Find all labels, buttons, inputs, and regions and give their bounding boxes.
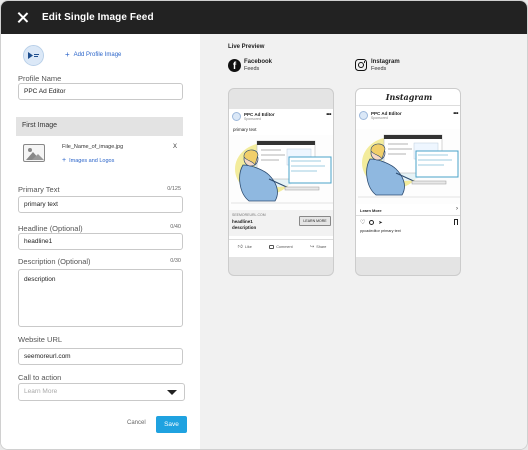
first-image-section: First Image <box>16 117 183 136</box>
call-to-action-select[interactable]: Learn More <box>18 383 185 401</box>
title-bar: Edit Single Image Feed <box>1 1 527 34</box>
thumbs-up-icon: 👍︎ <box>237 243 243 250</box>
headline-label: Headline (Optional) <box>18 224 83 233</box>
profile-name-label: Profile Name <box>18 74 62 83</box>
illustration-image <box>358 134 460 198</box>
primary-text-counter: 0/125 <box>167 186 181 192</box>
website-url-input[interactable]: seemoreurl.com <box>18 348 183 365</box>
post-header: PPC Ad Editor Sponsored <box>232 112 275 121</box>
facebook-label: Facebook <box>244 59 273 65</box>
live-preview-panel: Live Preview f Facebook Feeds Instagram … <box>200 34 527 449</box>
cancel-button[interactable]: Cancel <box>127 420 146 426</box>
post-actions: 👍︎ Like Comment ↪ Share <box>229 239 333 253</box>
instagram-icon <box>355 59 367 71</box>
facebook-feeds-label: Feeds <box>244 66 260 72</box>
close-icon[interactable] <box>17 12 28 23</box>
post-primary-text: primary text <box>233 127 257 132</box>
description-counter: 0/30 <box>170 258 181 264</box>
add-profile-image-button[interactable]: + Add Profile Image <box>65 50 121 59</box>
link-url: SEEMOREURL.COM <box>232 213 266 217</box>
more-options-icon[interactable]: ••• <box>326 112 331 118</box>
profile-avatar <box>23 45 44 66</box>
facebook-icon: f <box>228 59 241 72</box>
avatar <box>232 112 241 121</box>
send-icon[interactable]: ➤ <box>378 220 382 226</box>
facebook-preview: PPC Ad Editor Sponsored ••• primary text <box>228 88 334 276</box>
heart-icon[interactable]: ♡ <box>360 219 365 226</box>
edit-dialog: Edit Single Image Feed + Add Profile Ima… <box>0 0 528 450</box>
instagram-feeds-label: Feeds <box>371 66 387 72</box>
instagram-preview: Instagram PPC Ad Editor Sponsored ••• Le… <box>355 88 461 276</box>
sponsored-label: Sponsored <box>371 116 388 120</box>
chevron-right-icon: › <box>456 206 458 212</box>
save-button[interactable]: Save <box>156 416 187 433</box>
ad-illustration <box>229 135 333 210</box>
headline-input[interactable]: headline1 <box>18 233 183 250</box>
profile-logo-icon <box>24 46 43 65</box>
share-icon: ↪ <box>309 243 315 250</box>
link-headline: headline1 <box>232 219 253 224</box>
link-description: description <box>232 225 257 230</box>
facebook-tab[interactable]: f Facebook Feeds <box>228 59 272 73</box>
more-options-icon[interactable]: ••• <box>453 111 458 117</box>
share-button[interactable]: ↪ Share <box>310 244 326 250</box>
comment-button[interactable]: Comment <box>269 244 293 249</box>
image-filename: File_Name_of_image.jpg <box>62 144 124 150</box>
form-panel: + Add Profile Image Profile Name PPC Ad … <box>1 34 200 449</box>
website-url-label: Website URL <box>18 335 63 344</box>
link-card[interactable]: SEEMOREURL.COM headline1 description LEA… <box>229 210 333 236</box>
live-preview-heading: Live Preview <box>228 44 265 50</box>
instagram-label: Instagram <box>371 59 400 65</box>
avatar <box>359 111 368 120</box>
post-header: PPC Ad Editor Sponsored <box>359 111 402 120</box>
learn-more-button[interactable]: LEARN MORE <box>299 216 331 226</box>
plus-icon: + <box>62 157 67 164</box>
sponsored-label: Sponsored <box>244 117 261 121</box>
instagram-wordmark: Instagram <box>385 92 433 102</box>
comment-icon[interactable] <box>369 220 375 225</box>
plus-icon: + <box>65 50 70 59</box>
image-placeholder-icon <box>23 144 45 162</box>
learn-more-label: Learn More <box>360 208 382 213</box>
description-label: Description (Optional) <box>18 257 91 266</box>
share-label: Share <box>316 244 327 249</box>
dialog-title: Edit Single Image Feed <box>42 12 154 23</box>
like-button[interactable]: 👍︎ Like <box>238 244 252 250</box>
instagram-post: Instagram PPC Ad Editor Sponsored ••• Le… <box>356 89 460 257</box>
call-to-action-label: Call to action <box>18 373 62 382</box>
add-profile-image-label: Add Profile Image <box>73 51 122 58</box>
comment-label: Comment <box>276 244 293 249</box>
post-actions: ♡ ➤ <box>360 219 383 227</box>
post-caption: ppcadeditor primary text <box>360 229 401 233</box>
images-and-logos-button[interactable]: + Images and Logos <box>62 157 114 164</box>
comment-icon <box>269 244 275 249</box>
divider <box>356 105 460 106</box>
like-label: Like <box>244 244 252 249</box>
headline-counter: 0/40 <box>170 224 181 230</box>
illustration-image <box>231 140 333 204</box>
remove-image-button[interactable]: X <box>173 144 177 150</box>
call-to-action-placeholder: Learn More <box>24 388 58 395</box>
primary-text-input[interactable]: primary text <box>18 196 183 213</box>
facebook-post: PPC Ad Editor Sponsored ••• primary text <box>229 109 333 257</box>
learn-more-bar[interactable]: Learn More › <box>356 205 460 216</box>
description-textarea[interactable]: description <box>18 269 183 327</box>
instagram-tab[interactable]: Instagram Feeds <box>355 59 400 73</box>
primary-text-label: Primary Text <box>18 185 60 194</box>
bookmark-icon[interactable] <box>454 219 458 225</box>
images-and-logos-label: Images and Logos <box>69 158 115 164</box>
ad-illustration <box>356 129 460 204</box>
profile-name-input[interactable]: PPC Ad Editor <box>18 83 183 100</box>
chevron-down-icon <box>167 390 177 395</box>
